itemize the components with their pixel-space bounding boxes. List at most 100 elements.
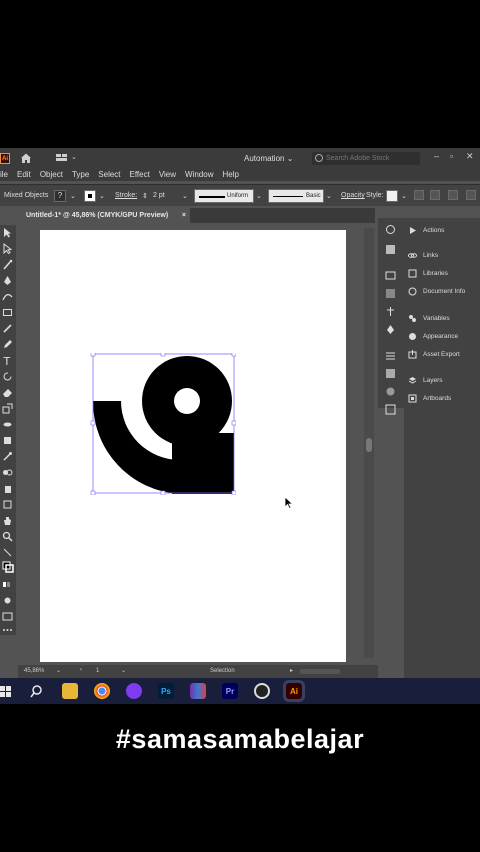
panel-links[interactable]: Links <box>408 251 438 260</box>
chevron-down-icon[interactable]: ⌄ <box>99 192 105 200</box>
panel-actions[interactable]: Actions <box>408 226 444 235</box>
rotate-tool-icon[interactable] <box>2 371 13 382</box>
artwork-logo[interactable] <box>90 353 236 495</box>
rectangle-tool-icon[interactable] <box>2 307 13 318</box>
play-icon[interactable]: ▸ <box>290 667 293 674</box>
fill-swatch[interactable]: ? <box>54 190 66 202</box>
gradient-icon[interactable] <box>385 244 396 255</box>
stroke-swatch[interactable] <box>84 190 96 202</box>
pen-tool-icon[interactable] <box>2 275 13 286</box>
pencil-tool-icon[interactable] <box>2 339 13 350</box>
brush-dropdown[interactable]: Basic <box>268 189 324 203</box>
chevron-down-icon[interactable]: ⌄ <box>121 667 126 674</box>
obs-icon[interactable] <box>254 683 270 699</box>
panel-artboards[interactable]: Artboards <box>408 394 451 403</box>
chevron-down-icon[interactable]: ⌄ <box>182 192 188 200</box>
artboard-number[interactable]: 1 <box>96 668 99 674</box>
eraser-tool-icon[interactable] <box>2 387 13 398</box>
magic-wand-icon[interactable] <box>2 259 13 270</box>
stroke-profile-dropdown[interactable]: Uniform <box>194 189 254 203</box>
panel-layers[interactable]: Layers <box>408 376 443 385</box>
stroke-panel-icon[interactable] <box>385 350 396 361</box>
width-tool-icon[interactable] <box>2 419 13 430</box>
file-explorer-icon[interactable] <box>62 683 78 699</box>
direct-selection-tool-icon[interactable] <box>2 243 13 254</box>
scrollbar-thumb[interactable] <box>366 438 372 452</box>
arrange-documents-icon[interactable] <box>56 154 68 162</box>
chrome-icon[interactable] <box>94 683 110 699</box>
panel-libraries[interactable]: Libraries <box>408 269 448 278</box>
vertical-scrollbar[interactable] <box>364 228 374 658</box>
gradient-panel-icon[interactable] <box>385 368 396 379</box>
home-icon[interactable] <box>20 152 32 164</box>
opacity-label[interactable]: Opacity <box>341 192 365 199</box>
color-mode-icon[interactable] <box>2 579 13 590</box>
graphic-styles-icon[interactable] <box>385 288 396 299</box>
stroke-label[interactable]: Stroke: <box>115 192 137 199</box>
menu-view[interactable]: View <box>159 170 176 179</box>
winrar-icon[interactable] <box>190 683 206 699</box>
navigator-icon[interactable] <box>385 224 396 235</box>
windows-start-icon[interactable] <box>0 686 12 697</box>
illustrator-icon[interactable]: Ai <box>283 680 305 702</box>
image-trace-icon[interactable] <box>385 270 396 281</box>
swap-fill-stroke-icon[interactable] <box>2 547 13 558</box>
fill-stroke-icon[interactable] <box>2 561 14 573</box>
minimize-button[interactable]: – <box>434 151 439 161</box>
current-tool-label[interactable]: Selection <box>210 668 235 674</box>
brushes-icon[interactable] <box>385 306 396 317</box>
chevron-down-icon[interactable]: ⌄ <box>70 192 76 200</box>
stroke-weight-value[interactable]: 2 pt <box>153 192 165 199</box>
graphic-style-swatch[interactable] <box>386 190 398 202</box>
search-icon[interactable] <box>30 685 43 698</box>
type-tool-icon[interactable]: T <box>2 355 13 366</box>
transparency-icon[interactable] <box>385 386 396 397</box>
photoshop-icon[interactable]: Ps <box>158 683 174 699</box>
paintbrush-tool-icon[interactable] <box>2 323 13 334</box>
menu-type[interactable]: Type <box>72 170 89 179</box>
tor-browser-icon[interactable] <box>126 683 142 699</box>
selection-tool-icon[interactable] <box>2 227 13 238</box>
panel-menu-icon[interactable] <box>466 190 476 200</box>
close-window-button[interactable]: ✕ <box>466 151 474 162</box>
menu-object[interactable]: Object <box>40 170 63 179</box>
chevron-down-icon[interactable]: ⌄ <box>71 153 77 161</box>
chevron-down-icon[interactable]: ⌄ <box>256 192 262 200</box>
horizontal-scrollbar[interactable] <box>300 669 340 674</box>
blend-tool-icon[interactable] <box>2 467 13 478</box>
menu-help[interactable]: Help <box>222 170 238 179</box>
canvas[interactable] <box>18 225 378 665</box>
symbol-sprayer-icon[interactable] <box>2 483 13 494</box>
menu-effect[interactable]: Effect <box>130 170 150 179</box>
zoom-tool-icon[interactable] <box>2 531 13 542</box>
symbols-icon[interactable] <box>385 324 396 335</box>
artboard-tool-icon[interactable] <box>2 499 13 510</box>
hand-tool-icon[interactable] <box>2 515 13 526</box>
maximize-button[interactable]: ▫ <box>450 151 453 161</box>
panel-variables[interactable]: Variables <box>408 314 450 323</box>
close-tab-icon[interactable]: × <box>182 208 186 223</box>
screen-mode-icon[interactable] <box>2 611 13 622</box>
workspace-switcher[interactable]: Automation ⌄ <box>244 154 293 163</box>
curvature-tool-icon[interactable] <box>2 291 13 302</box>
stroke-stepper-icon[interactable]: ⇕ <box>142 192 148 200</box>
document-tab[interactable]: Untitled-1* @ 45,86% (CMYK/GPU Preview) … <box>20 208 190 223</box>
chevron-down-icon[interactable]: ⌄ <box>401 192 407 200</box>
menu-window[interactable]: Window <box>185 170 213 179</box>
align-icon[interactable] <box>430 190 440 200</box>
eyedropper-tool-icon[interactable] <box>2 451 13 462</box>
chevron-down-icon[interactable]: ⌄ <box>56 667 61 674</box>
transform-icon[interactable] <box>448 190 458 200</box>
free-transform-tool-icon[interactable] <box>2 435 13 446</box>
scale-tool-icon[interactable] <box>2 403 13 414</box>
menu-file[interactable]: ile <box>0 170 8 179</box>
export-icon[interactable] <box>385 404 396 415</box>
panel-document-info[interactable]: Document Info <box>408 287 465 296</box>
search-stock-input[interactable]: Search Adobe Stock <box>312 152 420 165</box>
panel-asset-export[interactable]: Asset Export <box>408 350 460 359</box>
premiere-pro-icon[interactable]: Pr <box>222 683 238 699</box>
previous-artboard-icon[interactable]: ‹ <box>80 667 82 673</box>
menu-edit[interactable]: Edit <box>17 170 31 179</box>
panel-appearance[interactable]: Appearance <box>408 332 458 341</box>
document-setup-icon[interactable] <box>414 190 424 200</box>
